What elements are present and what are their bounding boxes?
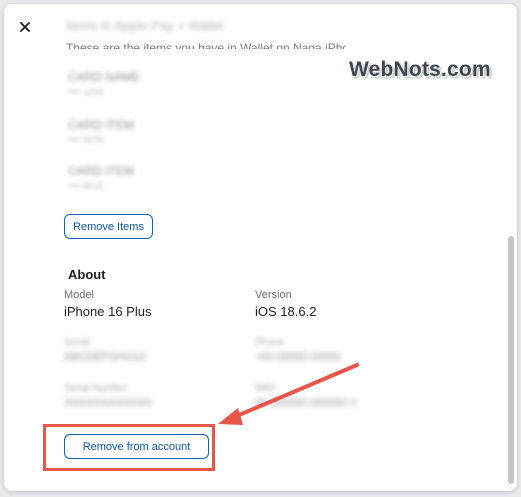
wallet-item: CARD NAME •••• 1234 [68, 70, 140, 97]
watermark: WebNots.com [349, 58, 491, 81]
hidden-field-label: Serial [64, 337, 90, 348]
remove-items-button[interactable]: Remove Items [64, 214, 153, 239]
annotation-highlight-box [43, 424, 215, 471]
scrollbar-thumb[interactable] [508, 236, 514, 484]
device-details-dialog: Items in Apple Pay + Wallet These are th… [4, 4, 517, 491]
close-button[interactable] [18, 20, 34, 36]
wallet-item-name: CARD ITEM [68, 164, 134, 178]
close-icon [20, 22, 30, 32]
hidden-field-label: IMEI [255, 383, 276, 394]
wallet-item-detail: •••• 9012 [68, 181, 104, 191]
hidden-field-value: XXXXXXXXXXXX [64, 397, 153, 409]
wallet-item: CARD ITEM •••• 5678 [68, 118, 134, 145]
model-label: Model [64, 289, 94, 301]
wallet-item-name: CARD ITEM [68, 118, 134, 132]
hidden-field-value: ABCDEFGHIJ12 [64, 351, 146, 363]
hidden-field-label: Phone [255, 337, 284, 348]
wallet-description: These are the items you have in Wallet o… [66, 41, 346, 49]
hidden-field-value: +00 00000 00000 [255, 351, 341, 363]
wallet-description-wrap: These are the items you have in Wallet o… [66, 22, 346, 49]
hidden-field-value: 00 000000 000000 0 [255, 397, 356, 409]
model-value: iPhone 16 Plus [64, 304, 152, 319]
wallet-item-detail: •••• 1234 [68, 87, 104, 97]
hidden-field-label: Serial Number [64, 383, 128, 394]
version-label: Version [255, 289, 292, 301]
about-heading: About [68, 267, 106, 282]
wallet-item: CARD ITEM •••• 9012 [68, 164, 134, 191]
version-value: iOS 18.6.2 [255, 304, 317, 319]
wallet-item-name: CARD NAME [68, 70, 141, 84]
wallet-item-detail: •••• 5678 [68, 135, 104, 145]
